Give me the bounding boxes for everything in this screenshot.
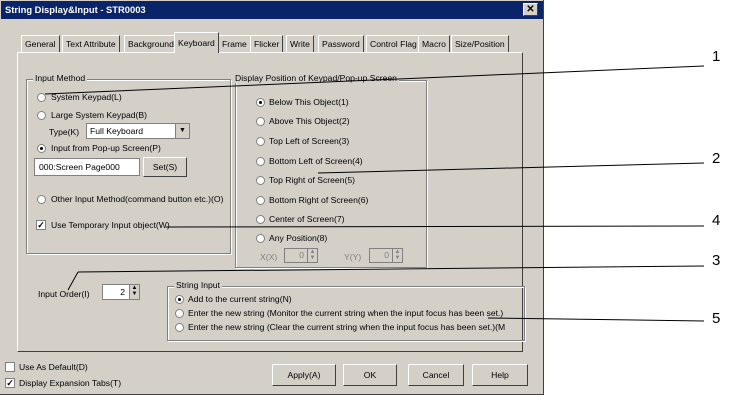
callout-number-2: 2 (712, 150, 721, 167)
callout-line-2 (317, 162, 705, 174)
callout-lines (44, 65, 705, 322)
callout-line-4 (165, 225, 705, 228)
callout-line-3 (77, 265, 705, 273)
tab-keyboard[interactable]: Keyboard (174, 32, 219, 53)
callout-number-5: 5 (712, 310, 721, 327)
callout-number-4: 4 (712, 212, 721, 229)
callout-number-1: 1 (712, 48, 721, 65)
callout-number-3: 3 (712, 252, 721, 269)
callout-line-5 (487, 317, 705, 322)
callout-line-1 (44, 65, 705, 95)
callout-line-3b (67, 271, 79, 291)
